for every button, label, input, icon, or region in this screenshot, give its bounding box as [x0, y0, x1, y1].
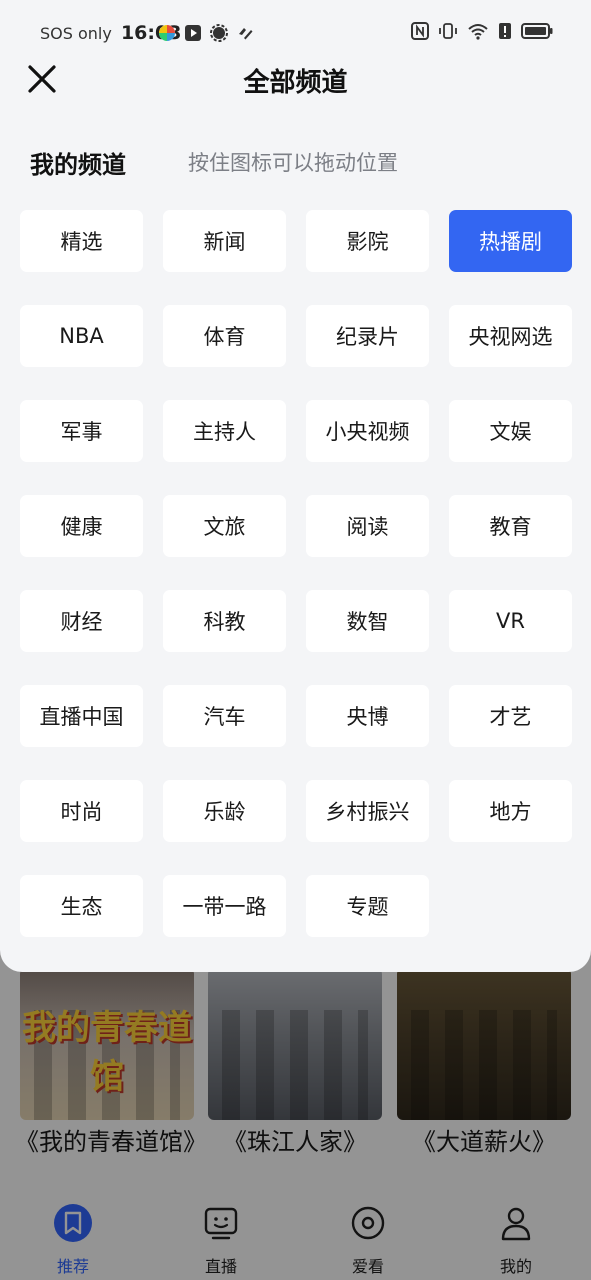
channel-chip[interactable]: 央视网选 [449, 305, 572, 367]
sheet-title: 全部频道 [243, 68, 348, 98]
my-channels-heading: 我的频道 [30, 151, 126, 179]
carrier-text: SOS only [40, 24, 112, 43]
channel-chip[interactable]: NBA [20, 305, 143, 367]
channel-chip[interactable]: 生态 [20, 875, 143, 937]
channel-chip[interactable]: 主持人 [163, 400, 286, 462]
wifi-icon [468, 24, 488, 40]
channel-chip[interactable]: 热播剧 [449, 210, 572, 272]
channel-chip[interactable]: 时尚 [20, 780, 143, 842]
channel-chip[interactable]: 精选 [20, 210, 143, 272]
channel-chip[interactable]: 教育 [449, 495, 572, 557]
channel-chip[interactable]: 乡村振兴 [306, 780, 429, 842]
notification-icons [158, 24, 254, 42]
channel-chip[interactable]: VR [449, 590, 572, 652]
channel-chip[interactable]: 体育 [163, 305, 286, 367]
channel-chip[interactable]: 央博 [306, 685, 429, 747]
channel-chip[interactable]: 乐龄 [163, 780, 286, 842]
channel-chip[interactable]: 新闻 [163, 210, 286, 272]
channel-chip[interactable]: 财经 [20, 590, 143, 652]
channel-chip[interactable]: 军事 [20, 400, 143, 462]
channel-chip[interactable]: 数智 [306, 590, 429, 652]
channel-chip[interactable]: 文旅 [163, 495, 286, 557]
gear-notification-icon [210, 24, 228, 42]
app-logo-icon [239, 28, 253, 40]
all-channels-sheet: SOS only 16:03 全部频道 我的频道 按住图标可以拖动位置 精选 新… [0, 0, 591, 972]
channel-chip[interactable]: 影院 [306, 210, 429, 272]
nfc-icon [411, 22, 429, 40]
system-icons [411, 22, 553, 40]
channel-chip[interactable]: 纪录片 [306, 305, 429, 367]
channel-chip[interactable]: 才艺 [449, 685, 572, 747]
channel-chip[interactable]: 专题 [306, 875, 429, 937]
channel-chip[interactable]: 地方 [449, 780, 572, 842]
channel-chip[interactable]: 直播中国 [20, 685, 143, 747]
app-pinwheel-icon [159, 25, 175, 41]
channel-chip[interactable]: 文娱 [449, 400, 572, 462]
video-play-icon [185, 25, 201, 41]
channel-chip[interactable]: 健康 [20, 495, 143, 557]
channel-chip[interactable]: 汽车 [163, 685, 286, 747]
channel-chip[interactable]: 小央视频 [306, 400, 429, 462]
vibrate-icon [439, 23, 457, 39]
status-bar: SOS only 16:03 [0, 0, 591, 64]
drag-hint: 按住图标可以拖动位置 [188, 151, 398, 175]
channel-chip[interactable]: 阅读 [306, 495, 429, 557]
channel-grid: 精选 新闻 影院 热播剧 NBA 体育 纪录片 央视网选军事 主持人 小央视频 文娱健康 文旅 阅读 教育… [20, 210, 572, 937]
alert-icon [499, 23, 511, 39]
channel-chip[interactable]: 一带一路 [163, 875, 286, 937]
channel-chip[interactable]: 科教 [163, 590, 286, 652]
battery-icon [521, 23, 553, 39]
